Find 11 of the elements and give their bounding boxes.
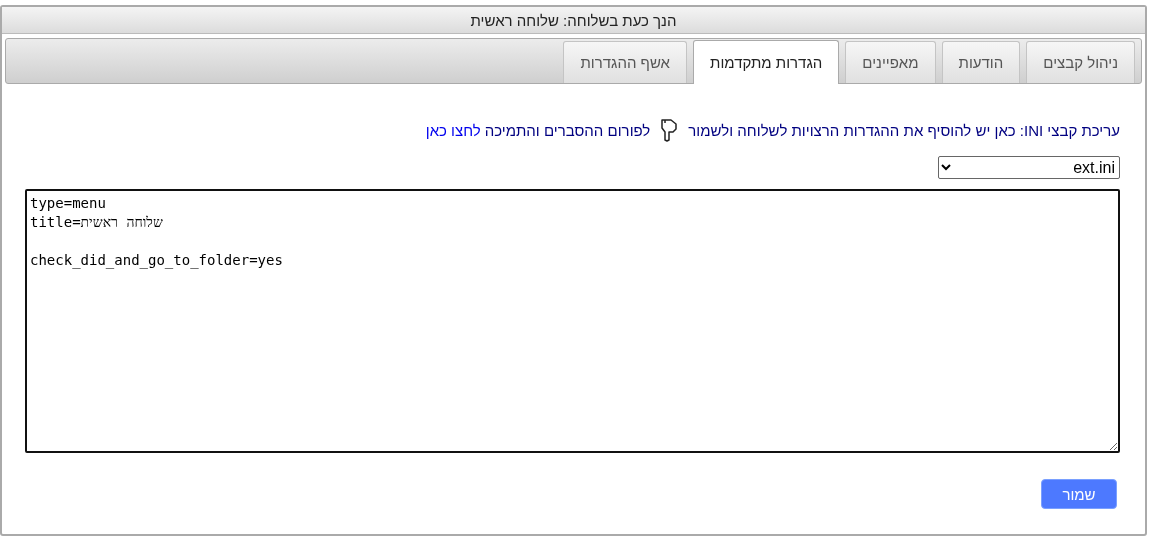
info-text: עריכת קבצי INI: כאן יש להוסיף את ההגדרות הרצויות לשלוחה ולשמור [688, 121, 1120, 139]
forum-link[interactable]: לחצו כאן [425, 121, 481, 139]
forum-text: לפורום ההסברים והתמיכה [484, 121, 651, 139]
tab[interactable]: הודעות [941, 41, 1021, 83]
tab[interactable]: אשף ההגדרות [563, 41, 687, 83]
window-title: הנך כעת בשלוחה: שלוחה ראשית [470, 11, 677, 29]
file-select[interactable]: ext.ini [938, 156, 1120, 179]
tab[interactable]: ניהול קבצים [1026, 41, 1135, 83]
tab[interactable]: מאפיינים [845, 41, 936, 83]
save-button[interactable]: שמור [1041, 479, 1117, 509]
tab[interactable]: הגדרות מתקדמות [693, 40, 840, 84]
